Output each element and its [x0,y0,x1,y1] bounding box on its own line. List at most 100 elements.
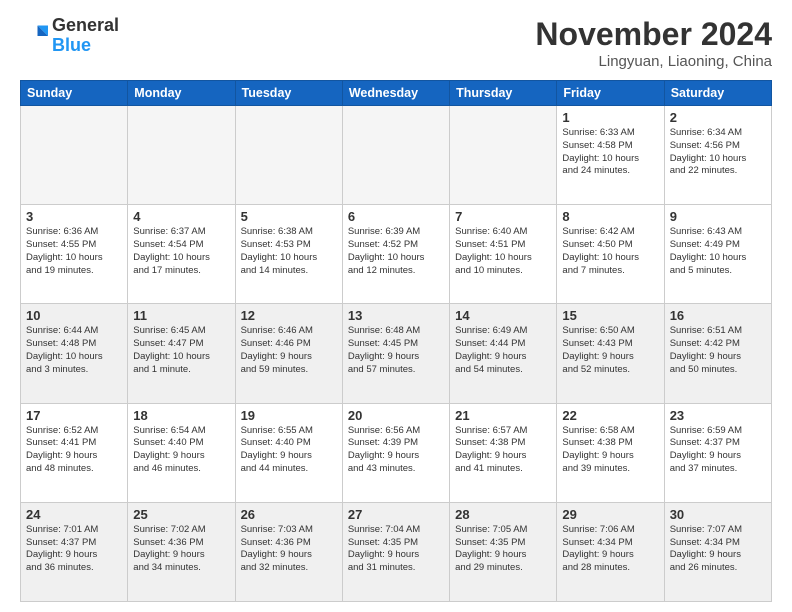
day-number: 8 [562,209,658,224]
day-detail: Sunrise: 6:37 AM Sunset: 4:54 PM Dayligh… [133,226,229,277]
day-number: 12 [241,308,337,323]
header: General Blue November 2024 Lingyuan, Lia… [20,16,772,70]
day-cell-27: 27 Sunrise: 7:04 AM Sunset: 4:35 PM Dayli… [342,502,449,601]
day-cell-19: 19 Sunrise: 6:55 AM Sunset: 4:40 PM Dayli… [235,403,342,502]
day-detail: Sunrise: 6:42 AM Sunset: 4:50 PM Dayligh… [562,226,658,277]
day-number: 27 [348,507,444,522]
weekday-saturday: Saturday [664,81,771,106]
day-number: 28 [455,507,551,522]
day-detail: Sunrise: 6:44 AM Sunset: 4:48 PM Dayligh… [26,325,122,376]
day-number: 20 [348,408,444,423]
day-detail: Sunrise: 6:51 AM Sunset: 4:42 PM Dayligh… [670,325,766,376]
weekday-tuesday: Tuesday [235,81,342,106]
empty-cell [128,106,235,205]
day-number: 26 [241,507,337,522]
day-cell-21: 21 Sunrise: 6:57 AM Sunset: 4:38 PM Dayli… [450,403,557,502]
weekday-monday: Monday [128,81,235,106]
day-cell-2: 2Sunrise: 6:34 AM Sunset: 4:56 PM Daylig… [664,106,771,205]
day-detail: Sunrise: 6:59 AM Sunset: 4:37 PM Dayligh… [670,425,766,476]
day-number: 22 [562,408,658,423]
week-row-4: 17 Sunrise: 6:52 AM Sunset: 4:41 PM Dayli… [21,403,772,502]
day-detail: Sunrise: 6:43 AM Sunset: 4:49 PM Dayligh… [670,226,766,277]
day-detail: Sunrise: 7:06 AM Sunset: 4:34 PM Dayligh… [562,524,658,575]
day-number: 7 [455,209,551,224]
day-detail: Sunrise: 6:45 AM Sunset: 4:47 PM Dayligh… [133,325,229,376]
day-number: 9 [670,209,766,224]
day-cell-17: 17 Sunrise: 6:52 AM Sunset: 4:41 PM Dayli… [21,403,128,502]
day-cell-10: 10 Sunrise: 6:44 AM Sunset: 4:48 PM Dayli… [21,304,128,403]
day-detail: Sunrise: 7:04 AM Sunset: 4:35 PM Dayligh… [348,524,444,575]
day-cell-26: 26 Sunrise: 7:03 AM Sunset: 4:36 PM Dayli… [235,502,342,601]
day-detail: Sunrise: 7:01 AM Sunset: 4:37 PM Dayligh… [26,524,122,575]
day-number: 10 [26,308,122,323]
day-number: 24 [26,507,122,522]
day-number: 25 [133,507,229,522]
day-number: 4 [133,209,229,224]
day-cell-29: 29Sunrise: 7:06 AM Sunset: 4:34 PM Dayli… [557,502,664,601]
day-detail: Sunrise: 6:36 AM Sunset: 4:55 PM Dayligh… [26,226,122,277]
week-row-5: 24 Sunrise: 7:01 AM Sunset: 4:37 PM Dayli… [21,502,772,601]
day-detail: Sunrise: 6:50 AM Sunset: 4:43 PM Dayligh… [562,325,658,376]
day-number: 19 [241,408,337,423]
day-cell-30: 30Sunrise: 7:07 AM Sunset: 4:34 PM Dayli… [664,502,771,601]
day-number: 14 [455,308,551,323]
day-detail: Sunrise: 6:46 AM Sunset: 4:46 PM Dayligh… [241,325,337,376]
day-cell-6: 6 Sunrise: 6:39 AM Sunset: 4:52 PM Daylig… [342,205,449,304]
day-cell-24: 24 Sunrise: 7:01 AM Sunset: 4:37 PM Dayli… [21,502,128,601]
day-detail: Sunrise: 6:49 AM Sunset: 4:44 PM Dayligh… [455,325,551,376]
day-number: 16 [670,308,766,323]
day-number: 3 [26,209,122,224]
day-detail: Sunrise: 6:48 AM Sunset: 4:45 PM Dayligh… [348,325,444,376]
title-block: November 2024 Lingyuan, Liaoning, China [535,16,772,70]
day-number: 15 [562,308,658,323]
day-number: 21 [455,408,551,423]
day-cell-22: 22 Sunrise: 6:58 AM Sunset: 4:38 PM Dayli… [557,403,664,502]
day-cell-18: 18Sunrise: 6:54 AM Sunset: 4:40 PM Dayli… [128,403,235,502]
week-row-2: 3 Sunrise: 6:36 AM Sunset: 4:55 PM Daylig… [21,205,772,304]
day-cell-13: 13 Sunrise: 6:48 AM Sunset: 4:45 PM Dayli… [342,304,449,403]
day-detail: Sunrise: 6:39 AM Sunset: 4:52 PM Dayligh… [348,226,444,277]
day-detail: Sunrise: 7:07 AM Sunset: 4:34 PM Dayligh… [670,524,766,575]
day-number: 13 [348,308,444,323]
empty-cell [450,106,557,205]
day-number: 23 [670,408,766,423]
empty-cell [235,106,342,205]
week-row-1: 1 Sunrise: 6:33 AM Sunset: 4:58 PM Daylig… [21,106,772,205]
day-number: 17 [26,408,122,423]
weekday-wednesday: Wednesday [342,81,449,106]
logo-icon [20,22,48,50]
day-number: 6 [348,209,444,224]
day-number: 18 [133,408,229,423]
day-detail: Sunrise: 6:58 AM Sunset: 4:38 PM Dayligh… [562,425,658,476]
day-detail: Sunrise: 6:38 AM Sunset: 4:53 PM Dayligh… [241,226,337,277]
day-cell-14: 14 Sunrise: 6:49 AM Sunset: 4:44 PM Dayli… [450,304,557,403]
calendar-title: November 2024 [535,16,772,53]
weekday-sunday: Sunday [21,81,128,106]
day-cell-7: 7Sunrise: 6:40 AM Sunset: 4:51 PM Daylig… [450,205,557,304]
day-cell-15: 15 Sunrise: 6:50 AM Sunset: 4:43 PM Dayli… [557,304,664,403]
logo-text: General Blue [52,16,119,56]
day-detail: Sunrise: 7:02 AM Sunset: 4:36 PM Dayligh… [133,524,229,575]
empty-cell [21,106,128,205]
day-number: 5 [241,209,337,224]
day-cell-9: 9 Sunrise: 6:43 AM Sunset: 4:49 PM Daylig… [664,205,771,304]
weekday-thursday: Thursday [450,81,557,106]
day-cell-23: 23 Sunrise: 6:59 AM Sunset: 4:37 PM Dayli… [664,403,771,502]
day-detail: Sunrise: 6:55 AM Sunset: 4:40 PM Dayligh… [241,425,337,476]
empty-cell [342,106,449,205]
day-cell-5: 5 Sunrise: 6:38 AM Sunset: 4:53 PM Daylig… [235,205,342,304]
logo: General Blue [20,16,119,56]
day-detail: Sunrise: 6:52 AM Sunset: 4:41 PM Dayligh… [26,425,122,476]
day-detail: Sunrise: 6:57 AM Sunset: 4:38 PM Dayligh… [455,425,551,476]
day-cell-11: 11 Sunrise: 6:45 AM Sunset: 4:47 PM Dayli… [128,304,235,403]
logo-general: General [52,15,119,35]
day-detail: Sunrise: 7:03 AM Sunset: 4:36 PM Dayligh… [241,524,337,575]
day-cell-3: 3 Sunrise: 6:36 AM Sunset: 4:55 PM Daylig… [21,205,128,304]
page: General Blue November 2024 Lingyuan, Lia… [0,0,792,612]
day-cell-12: 12 Sunrise: 6:46 AM Sunset: 4:46 PM Dayli… [235,304,342,403]
day-number: 1 [562,110,658,125]
day-detail: Sunrise: 6:33 AM Sunset: 4:58 PM Dayligh… [562,127,658,178]
day-number: 11 [133,308,229,323]
day-detail: Sunrise: 6:56 AM Sunset: 4:39 PM Dayligh… [348,425,444,476]
day-cell-28: 28Sunrise: 7:05 AM Sunset: 4:35 PM Dayli… [450,502,557,601]
